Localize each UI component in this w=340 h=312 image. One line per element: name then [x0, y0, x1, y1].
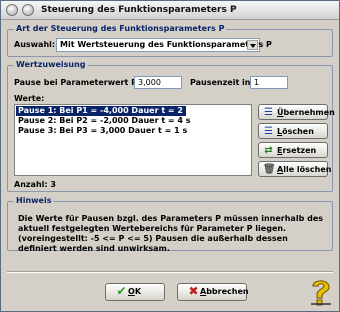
dialog-window: Steuerung des Funktionsparameters P Art … [0, 0, 340, 312]
loeschen-button[interactable]: ☰ Löschen [258, 123, 328, 139]
auswahl-value: Mit Wertsteuerung des Funktionsparameter… [60, 40, 272, 49]
alle-loeschen-button[interactable]: 🗑 Alle löschen [258, 161, 332, 177]
pause-label: Pause bei Parameterwert P = [14, 78, 147, 87]
replace-icon: ⇄ [264, 145, 273, 156]
werte-label: Werte: [14, 94, 45, 103]
ok-label: OK [128, 287, 142, 296]
list-item[interactable]: Pause 3: Bei P3 = 3,000 Dauer t = 1 s [16, 126, 187, 136]
ok-button[interactable]: ✔ OK [105, 283, 165, 301]
alle-loeschen-label: Alle löschen [277, 165, 332, 174]
list-add-icon: ☰ [264, 107, 273, 118]
pausenzeit-input[interactable]: 1 [250, 76, 288, 89]
wertzuweisung-legend: Wertzuweisung [14, 60, 88, 70]
recycle-bin-icon: 🗑 [263, 164, 276, 175]
pause-value-input[interactable]: 3,000 [134, 76, 182, 89]
list-remove-icon: ☰ [264, 126, 273, 137]
list-item[interactable]: Pause 1: Bei P1 = -4,000 Dauer t = 2 s [16, 106, 191, 116]
auswahl-dropdown[interactable]: Mit Wertsteuerung des Funktionsparameter… [56, 38, 272, 52]
uebernehmen-label: Übernehmen [277, 108, 335, 117]
window-title: Steuerung des Funktionsparameters P [41, 5, 237, 15]
bottom-divider [7, 271, 333, 273]
list-item[interactable]: Pause 2: Bei P2 = -2,000 Dauer t = 4 s [16, 116, 191, 126]
help-icon[interactable] [307, 277, 335, 307]
checkmark-icon: ✔ [116, 284, 127, 298]
ersetzen-label: Ersetzen [277, 146, 317, 155]
art-legend: Art der Steuerung des Funktionsparameter… [14, 24, 227, 34]
uebernehmen-button[interactable]: ☰ Übernehmen [258, 104, 335, 120]
werte-listbox[interactable]: Pause 1: Bei P1 = -4,000 Dauer t = 2 s P… [14, 104, 252, 176]
minimize-window-button[interactable] [22, 4, 34, 16]
abbrechen-button[interactable]: ✖ Abbrechen [177, 283, 249, 301]
hinweis-text: Die Werte für Pausen bzgl. des Parameter… [18, 214, 323, 253]
ersetzen-button[interactable]: ⇄ Ersetzen [258, 142, 328, 158]
cancel-x-icon: ✖ [188, 284, 199, 298]
anzahl-label: Anzahl: 3 [14, 180, 56, 189]
wertzuweisung-group: Wertzuweisung Pause bei Parameterwert P … [7, 60, 335, 192]
hinweis-group: Hinweis Die Werte für Pausen bzgl. des P… [7, 196, 333, 253]
auswahl-label: Auswahl: [14, 40, 56, 49]
chevron-down-icon[interactable] [247, 40, 258, 50]
loeschen-label: Löschen [277, 127, 314, 136]
title-bar: Steuerung des Funktionsparameters P [1, 1, 339, 20]
close-window-button[interactable] [6, 4, 18, 16]
art-group: Art der Steuerung des Funktionsparameter… [7, 24, 333, 57]
hinweis-legend: Hinweis [14, 196, 54, 206]
abbrechen-label: Abbrechen [200, 287, 249, 296]
